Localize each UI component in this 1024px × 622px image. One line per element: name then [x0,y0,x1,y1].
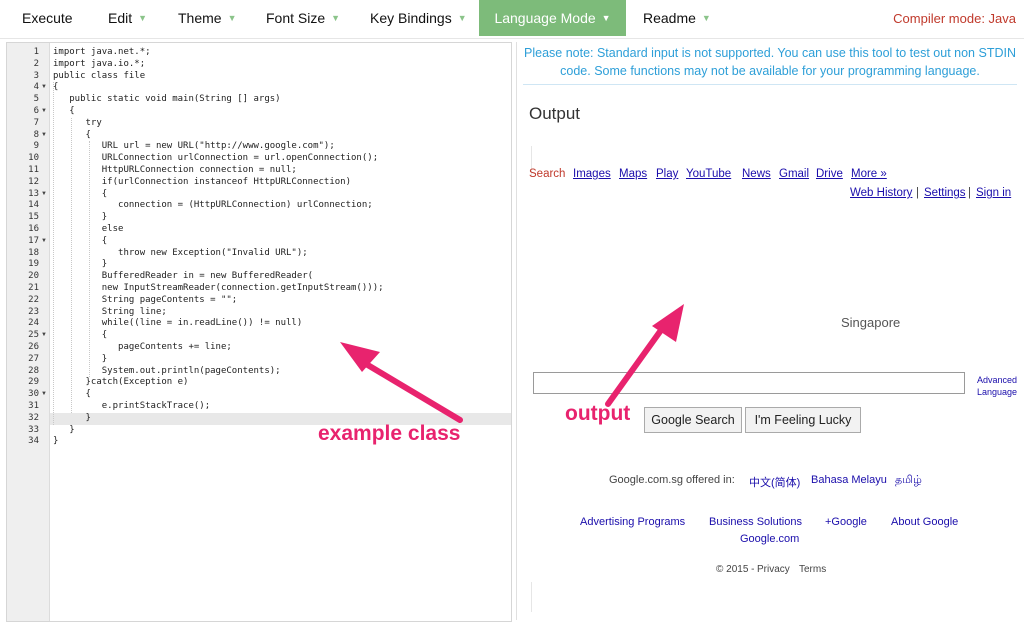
annotation-example-class: example class [318,422,461,445]
arrow-output [605,304,684,407]
annotation-arrows [340,304,684,423]
annotation-output: output [565,402,631,425]
arrow-example-class [340,342,463,423]
